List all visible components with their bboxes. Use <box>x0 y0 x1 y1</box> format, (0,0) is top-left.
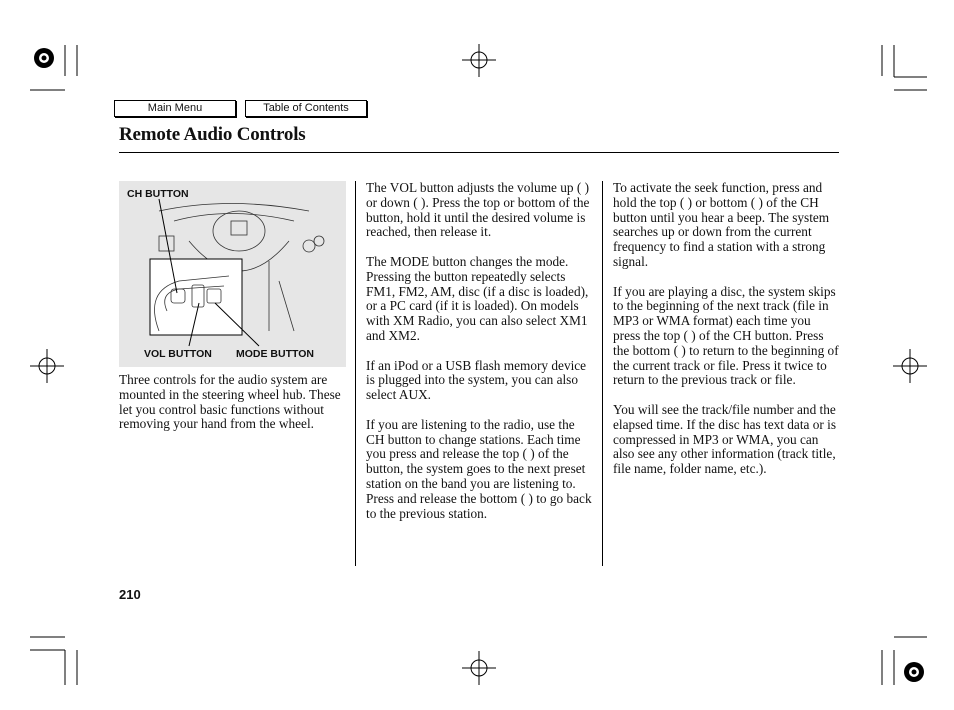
paragraph: If you are playing a disc, the system sk… <box>613 283 839 388</box>
mode-button-label: MODE BUTTON <box>236 348 314 360</box>
paragraph: The MODE button changes the mode. Pressi… <box>366 253 589 343</box>
steering-wheel-illustration <box>149 198 325 347</box>
paragraph: The VOL button adjusts the volume up ( )… <box>366 180 590 240</box>
column-3: To activate the seek function, press and… <box>613 180 839 492</box>
paragraph: Three controls for the audio system are … <box>119 372 341 432</box>
main-menu-button[interactable]: Main Menu <box>114 100 236 117</box>
column-2: The VOL button adjusts the volume up ( )… <box>366 180 594 536</box>
column-divider <box>602 181 603 566</box>
paragraph: If an iPod or a USB flash memory device … <box>366 357 587 403</box>
page-title: Remote Audio Controls <box>119 124 306 145</box>
paragraph: If you are listening to the radio, use t… <box>366 416 592 521</box>
title-divider <box>119 152 839 153</box>
column-1: Three controls for the audio system are … <box>119 372 345 447</box>
vol-button-label: VOL BUTTON <box>144 348 212 360</box>
manual-page: Main Menu Table of Contents Remote Audio… <box>0 0 954 710</box>
paragraph: To activate the seek function, press and… <box>613 180 830 269</box>
page-number: 210 <box>119 587 141 602</box>
table-of-contents-button[interactable]: Table of Contents <box>245 100 367 117</box>
ch-button-label: CH BUTTON <box>127 188 189 200</box>
steering-wheel-figure: CH BUTTON VOL BUTTON MODE BUTTON <box>119 181 346 367</box>
column-divider <box>355 181 356 566</box>
paragraph: You will see the track/file number and t… <box>613 401 837 477</box>
